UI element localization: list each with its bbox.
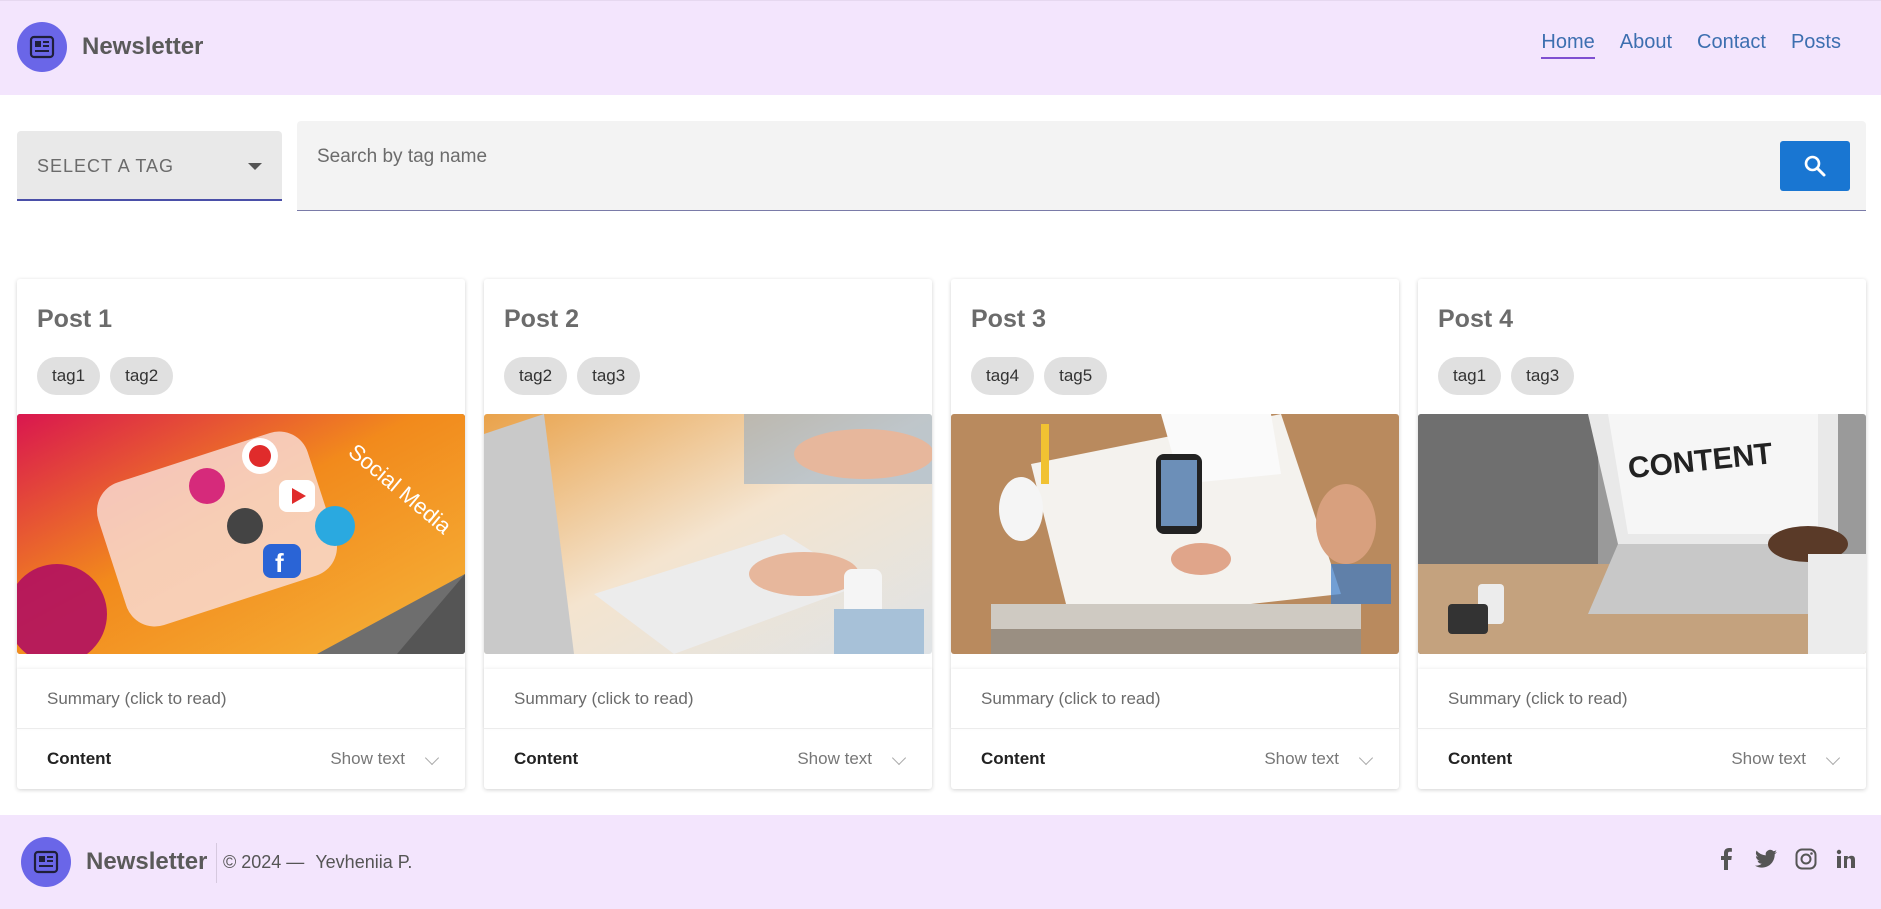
footer: Newsletter © 2024 — Yevheniia P. (0, 815, 1881, 909)
tag-list: tag4 tag5 (971, 357, 1108, 395)
post-title: Post 2 (504, 305, 580, 333)
nav-home[interactable]: Home (1541, 31, 1595, 59)
copyright-text: © 2024 — (223, 852, 310, 872)
content-label: Content (1448, 749, 1513, 768)
content-label: Content (47, 749, 112, 768)
main-nav: Home About Contact Posts (1516, 31, 1841, 59)
post-card: Post 2 tag2 tag3 Summary (click to read) (484, 279, 932, 789)
footer-divider (216, 843, 217, 883)
content-expander[interactable]: Content Show text (1418, 729, 1866, 789)
post-title: Post 3 (971, 305, 1047, 333)
tag-select-label: SELECT A TAG (37, 156, 175, 176)
content-expander[interactable]: Content Show text (17, 729, 465, 789)
post-title: Post 1 (37, 305, 113, 333)
copyright: © 2024 — Yevheniia P. (223, 852, 412, 873)
tag-chip[interactable]: tag2 (504, 357, 568, 395)
social-links (1715, 848, 1857, 870)
tag-chip[interactable]: tag3 (1511, 357, 1575, 395)
linkedin-icon[interactable] (1835, 848, 1857, 870)
chevron-down-icon (1825, 750, 1841, 766)
facebook-icon[interactable] (1715, 848, 1737, 870)
author-name: Yevheniia P. (315, 852, 413, 872)
summary-label: Summary (click to read) (981, 689, 1161, 708)
tag-chip[interactable]: tag1 (1438, 357, 1502, 395)
tag-list: tag2 tag3 (504, 357, 641, 395)
summary-toggle[interactable]: Summary (click to read) (484, 669, 932, 729)
brand[interactable]: Newsletter (17, 22, 203, 72)
footer-brand[interactable]: Newsletter (21, 837, 207, 887)
chevron-down-icon (248, 163, 262, 170)
chevron-down-icon (891, 750, 907, 766)
post-image (951, 414, 1399, 654)
tag-chip[interactable]: tag4 (971, 357, 1035, 395)
show-text-label: Show text (1731, 749, 1806, 768)
post-image: f Social Media (17, 414, 465, 654)
content-label: Content (981, 749, 1046, 768)
newspaper-icon (21, 837, 71, 887)
top-header: Newsletter Home About Contact Posts (0, 0, 1881, 95)
tag-select[interactable]: SELECT A TAG (17, 131, 282, 201)
tag-list: tag1 tag2 (37, 357, 174, 395)
show-text-label: Show text (797, 749, 872, 768)
search-icon (1804, 155, 1826, 177)
content-expander[interactable]: Content Show text (951, 729, 1399, 789)
tag-list: tag1 tag3 (1438, 357, 1575, 395)
summary-label: Summary (click to read) (47, 689, 227, 708)
search-input[interactable]: Search by tag name (297, 121, 1866, 211)
show-text-label: Show text (330, 749, 405, 768)
post-image: CONTENT (1418, 414, 1866, 654)
post-card: Post 1 tag1 tag2 f Social Media Summary … (17, 279, 465, 789)
post-image (484, 414, 932, 654)
brand-name: Newsletter (82, 33, 204, 60)
nav-contact[interactable]: Contact (1697, 31, 1766, 59)
newspaper-icon (17, 22, 67, 72)
post-card: Post 3 tag4 tag5 Summary (click to read)… (951, 279, 1399, 789)
post-card: Post 4 tag1 tag3 CONTENT Summary (click … (1418, 279, 1866, 789)
summary-label: Summary (click to read) (1448, 689, 1628, 708)
summary-toggle[interactable]: Summary (click to read) (1418, 669, 1866, 729)
tag-chip[interactable]: tag1 (37, 357, 101, 395)
content-label: Content (514, 749, 579, 768)
footer-brand-name: Newsletter (86, 848, 208, 875)
summary-toggle[interactable]: Summary (click to read) (951, 669, 1399, 729)
summary-label: Summary (click to read) (514, 689, 694, 708)
tag-chip[interactable]: tag2 (110, 357, 174, 395)
nav-about[interactable]: About (1620, 31, 1672, 59)
twitter-icon[interactable] (1755, 848, 1777, 870)
svg-text:f: f (275, 548, 284, 578)
post-title: Post 4 (1438, 305, 1514, 333)
chevron-down-icon (424, 750, 440, 766)
search-placeholder: Search by tag name (317, 146, 488, 167)
summary-toggle[interactable]: Summary (click to read) (17, 669, 465, 729)
show-text-label: Show text (1264, 749, 1339, 768)
chevron-down-icon (1358, 750, 1374, 766)
instagram-icon[interactable] (1795, 848, 1817, 870)
tag-chip[interactable]: tag3 (577, 357, 641, 395)
nav-posts[interactable]: Posts (1791, 31, 1841, 59)
search-button[interactable] (1780, 141, 1850, 191)
content-expander[interactable]: Content Show text (484, 729, 932, 789)
tag-chip[interactable]: tag5 (1044, 357, 1108, 395)
